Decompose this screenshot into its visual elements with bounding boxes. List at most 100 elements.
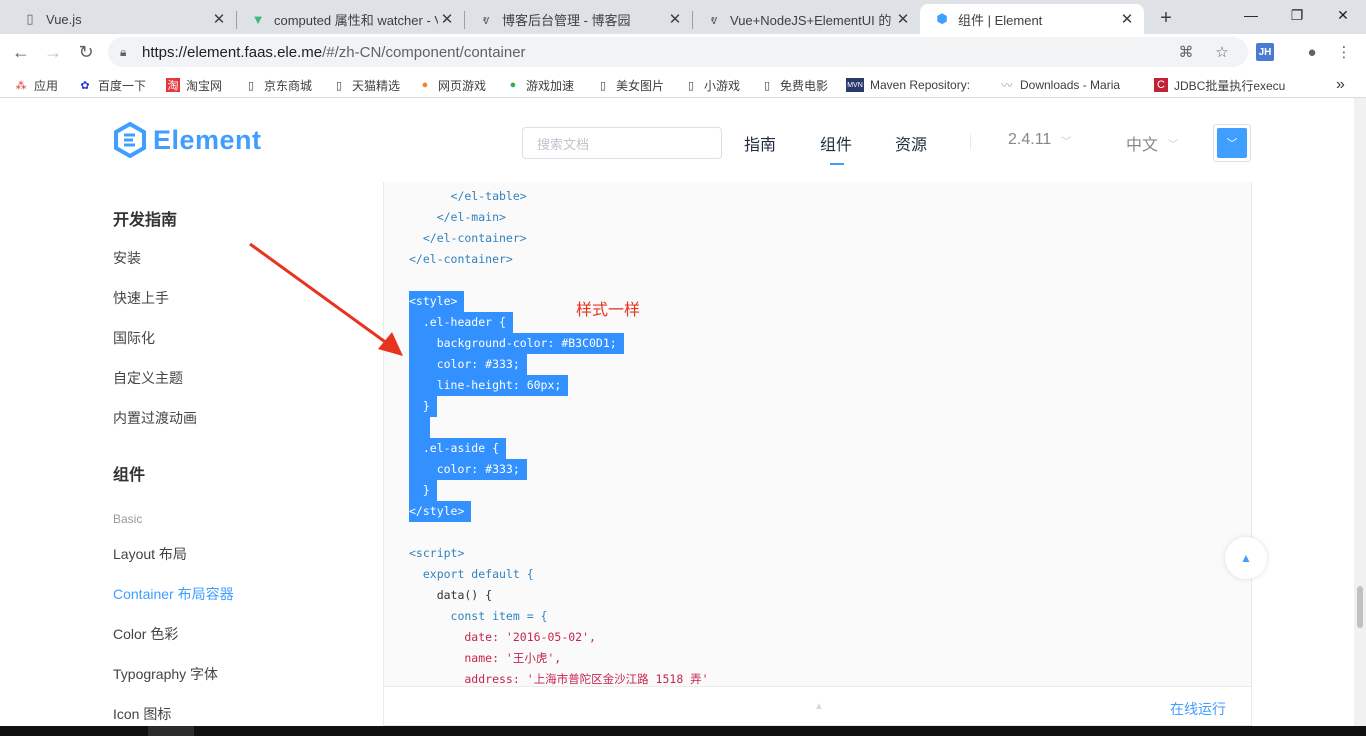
- bookmark-minigames[interactable]: ▯ 小游戏: [684, 76, 740, 94]
- sidebar-item-icon[interactable]: Icon 图标: [113, 704, 171, 724]
- logo-text: Element: [153, 124, 262, 155]
- address-bar[interactable]: 🔒︎ https://element.faas.ele.me/#/zh-CN/c…: [108, 37, 1248, 67]
- page-icon: ▯: [26, 11, 34, 26]
- sidebar-item-transition[interactable]: 内置过渡动画: [113, 408, 197, 428]
- scrollbar-thumb[interactable]: [1357, 586, 1363, 628]
- new-tab-button[interactable]: +: [1154, 6, 1178, 30]
- run-online-link[interactable]: 在线运行: [1170, 699, 1226, 719]
- sidebar-item-container[interactable]: Container 布局容器: [113, 584, 234, 604]
- close-icon[interactable]: ✕: [666, 10, 684, 28]
- game-accel-icon: ●: [509, 79, 517, 91]
- page-icon: ▯: [687, 79, 695, 92]
- theme-picker-button[interactable]: ﹀: [1213, 124, 1251, 162]
- bookmark-photos[interactable]: ▯ 美女图片: [596, 76, 664, 94]
- taskbar-item[interactable]: [148, 726, 194, 736]
- page-icon: ▯: [335, 79, 343, 92]
- bookmark-mariadb[interactable]: 〰 Downloads - Maria: [1000, 76, 1121, 94]
- profile-icon[interactable]: ●: [1302, 42, 1322, 62]
- page-icon: ▯: [599, 79, 607, 92]
- bookmark-jdbc[interactable]: C JDBC批量执行execu: [1154, 76, 1285, 94]
- nav-active-indicator: [830, 163, 844, 165]
- code-line: const item = {: [409, 609, 548, 623]
- translate-icon[interactable]: ⌘: [1176, 42, 1196, 62]
- code-line: background-color: #B3C0D1;: [409, 333, 709, 354]
- browser-toolbar: ← → ↻ 🔒︎ https://element.faas.ele.me/#/z…: [0, 34, 1366, 70]
- bookmark-taobao[interactable]: 淘淘宝网: [166, 76, 222, 94]
- nav-resource[interactable]: 资源: [895, 131, 927, 155]
- language-label: 中文: [1126, 137, 1159, 154]
- forward-button[interactable]: →: [40, 39, 66, 65]
- code-line: </style>: [409, 501, 709, 522]
- tab-title: computed 属性和 watcher - V: [274, 12, 438, 28]
- version-label: 2.4.11: [1008, 131, 1052, 148]
- bookmark-star-icon[interactable]: ☆: [1212, 42, 1232, 62]
- code-line: }: [409, 396, 709, 417]
- close-window-button[interactable]: ✕: [1320, 0, 1366, 30]
- extension-jh-icon[interactable]: JH: [1256, 43, 1274, 61]
- tab-element[interactable]: ⬢ 组件 | Element ✕: [920, 4, 1144, 34]
- sidebar-item-i18n[interactable]: 国际化: [113, 328, 155, 348]
- code-line: <script>: [409, 546, 465, 560]
- element-hex-icon: [114, 122, 146, 158]
- sidebar-item-theme[interactable]: 自定义主题: [113, 368, 183, 388]
- tab-blog-admin[interactable]: ⱴ 博客后台管理 - 博客园 ✕: [464, 4, 692, 34]
- code-control-bar[interactable]: ▲ 在线运行: [383, 686, 1252, 726]
- close-icon[interactable]: ✕: [1118, 10, 1136, 28]
- page-scrollbar[interactable]: [1354, 98, 1366, 726]
- search-input[interactable]: 搜索文档: [522, 127, 722, 159]
- bookmark-apps[interactable]: ⁂ 应用: [14, 76, 59, 94]
- tab-vue-node[interactable]: ⱴ Vue+NodeJS+ElementUI 的 ✕: [692, 4, 920, 34]
- sidebar-guide-title: 开发指南: [113, 212, 178, 229]
- code-line: export default {: [409, 567, 534, 581]
- code-text[interactable]: </el-table> </el-main> </el-container> </…: [409, 186, 709, 690]
- bookmark-game-accel[interactable]: ● 游戏加速: [506, 76, 574, 94]
- annotation-text: 样式一样: [576, 302, 641, 319]
- restore-button[interactable]: ❐: [1274, 0, 1320, 30]
- sidebar-item-install[interactable]: 安装: [113, 248, 141, 268]
- bookmark-webgame[interactable]: ● 网页游戏: [418, 76, 486, 94]
- version-dropdown[interactable]: 2.4.11 ﹀: [1008, 131, 1071, 149]
- sidebar-component-title: 组件: [113, 467, 146, 484]
- reload-button[interactable]: ↻: [73, 39, 99, 65]
- code-line: color: #333;: [409, 459, 709, 480]
- code-line: line-height: 60px;: [409, 375, 709, 396]
- chevron-down-icon: ﹀: [1217, 128, 1247, 158]
- chevron-down-icon: ﹀: [1061, 136, 1072, 148]
- code-block[interactable]: </el-table> </el-main> </el-container> </…: [383, 182, 1252, 726]
- caret-up-icon[interactable]: ▲: [814, 701, 824, 712]
- bookmark-jd[interactable]: ▯ 京东商城: [244, 76, 312, 94]
- sidebar-item-layout[interactable]: Layout 布局: [113, 544, 187, 564]
- bookmark-tmall[interactable]: ▯ 天猫精选: [332, 76, 400, 94]
- tab-title: Vue+NodeJS+ElementUI 的: [730, 12, 892, 28]
- language-dropdown[interactable]: 中文 ﹀: [1126, 131, 1178, 155]
- bookmark-movies[interactable]: ▯ 免费电影: [760, 76, 828, 94]
- code-line: }: [409, 480, 709, 501]
- menu-icon[interactable]: ⋮: [1334, 42, 1354, 62]
- close-icon[interactable]: ✕: [210, 10, 228, 28]
- page-icon: ▯: [247, 79, 255, 92]
- webgame-icon: ●: [421, 79, 429, 91]
- nav-component[interactable]: 组件: [820, 131, 852, 155]
- sidebar-item-typography[interactable]: Typography 字体: [113, 664, 218, 684]
- more-bookmarks-button[interactable]: »: [1336, 76, 1345, 94]
- close-icon[interactable]: ✕: [438, 10, 456, 28]
- back-button[interactable]: ←: [8, 39, 34, 65]
- element-logo[interactable]: Element: [113, 122, 262, 158]
- mariadb-icon: 〰: [1001, 80, 1013, 92]
- back-to-top-button[interactable]: ▲: [1225, 537, 1267, 579]
- code-line: .el-aside {: [409, 438, 709, 459]
- bookmark-maven[interactable]: MVN Maven Repository:: [846, 76, 970, 94]
- element-logo-icon: ⬢: [936, 11, 948, 26]
- apps-grid-icon: ⁂: [15, 79, 27, 92]
- bookmark-baidu[interactable]: ✿ 百度一下: [78, 76, 146, 94]
- nav-guide[interactable]: 指南: [744, 131, 776, 155]
- sidebar-item-color[interactable]: Color 色彩: [113, 624, 178, 644]
- tab-title: Vue.js: [46, 11, 82, 27]
- tab-strip: ▯ Vue.js ✕ ▼ computed 属性和 watcher - V ✕ …: [0, 0, 1366, 34]
- sidebar-item-quickstart[interactable]: 快速上手: [113, 288, 169, 308]
- close-icon[interactable]: ✕: [894, 10, 912, 28]
- tab-vuejs[interactable]: ▯ Vue.js ✕: [8, 4, 236, 34]
- minimize-button[interactable]: —: [1228, 0, 1274, 30]
- tab-computed[interactable]: ▼ computed 属性和 watcher - V ✕: [236, 4, 464, 34]
